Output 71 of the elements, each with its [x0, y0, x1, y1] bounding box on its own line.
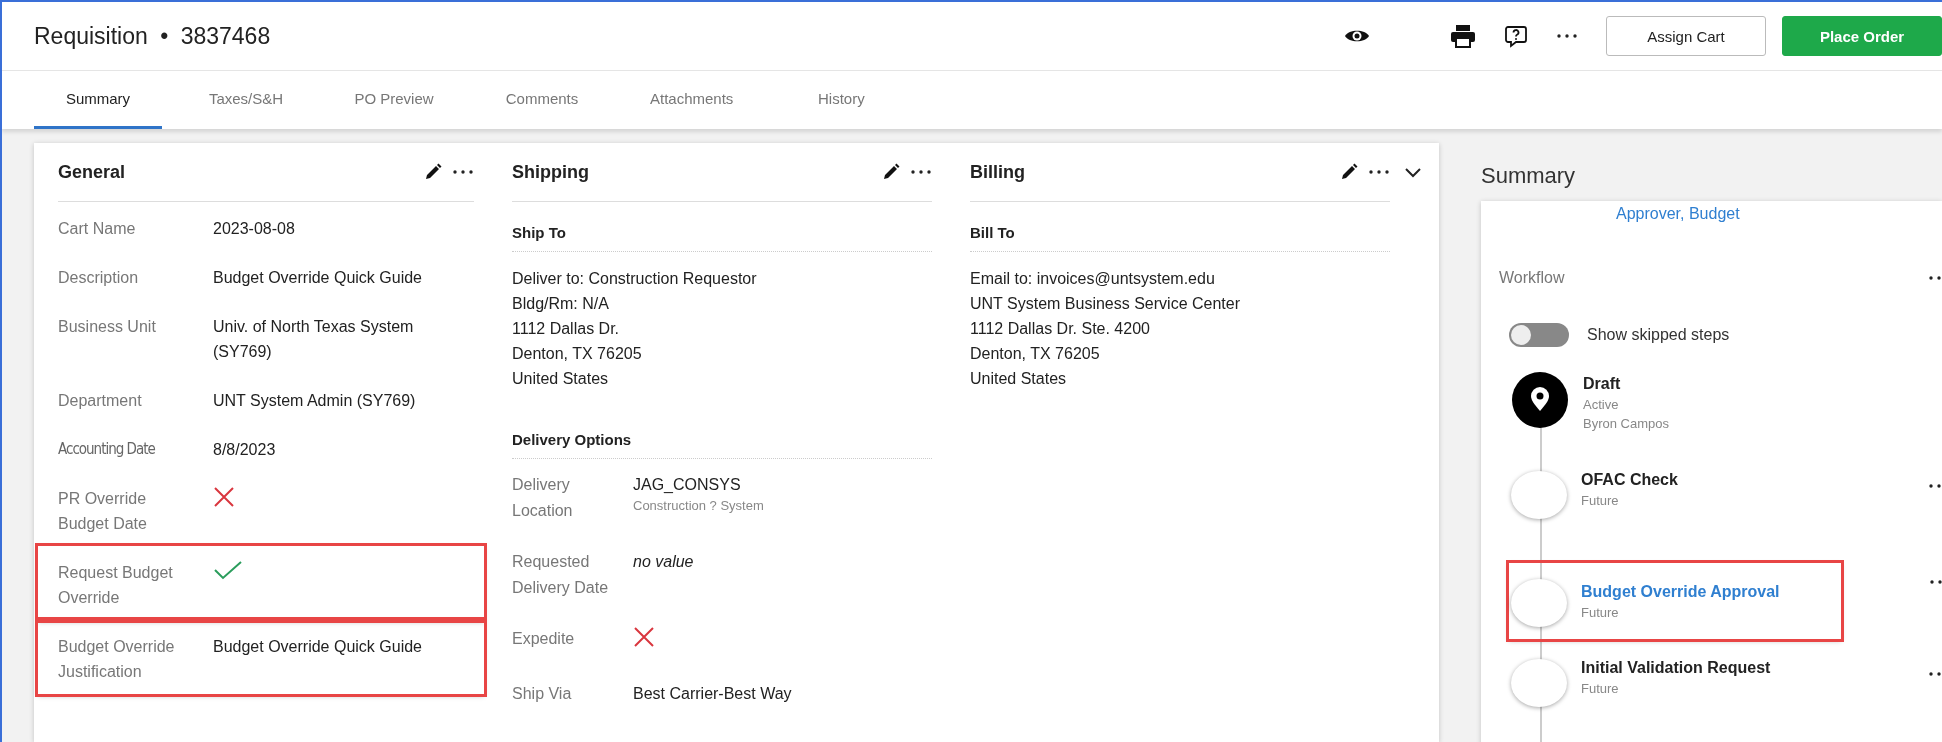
- subsection-title: Bill To: [970, 202, 1390, 252]
- address-line: Bldg/Rm: N/A: [512, 294, 610, 314]
- address-line: United States: [970, 369, 1068, 389]
- approver-link[interactable]: Approver, Budget: [1616, 205, 1740, 223]
- field-label: Expedite: [512, 629, 576, 649]
- assign-cart-button[interactable]: Assign Cart: [1606, 16, 1766, 56]
- step-title: Draft: [1583, 375, 1622, 393]
- subsection-title: Delivery Options: [512, 431, 932, 459]
- field-note: Construction ? System: [633, 498, 765, 514]
- field-value: UNT System Admin (SY769): [213, 392, 416, 409]
- step-assignee: Byron Campos: [1583, 416, 1669, 431]
- field-label: Business Unit: [58, 317, 157, 337]
- step-title: OFAC Check: [1581, 471, 1678, 489]
- field-value: 2023-08-08: [213, 220, 295, 237]
- help-icon[interactable]: [1504, 24, 1528, 48]
- chevron-icon[interactable]: [1404, 166, 1422, 178]
- field-label: PR Override Budget Date: [58, 489, 148, 534]
- section-title: Billing: [970, 161, 1026, 183]
- field-value: JAG_CONSYS: [633, 475, 742, 495]
- tab[interactable]: Summary: [34, 71, 162, 129]
- page-title: Requisition • 3837468: [34, 22, 271, 50]
- field-label: Ship Via: [512, 684, 573, 704]
- place-order-button[interactable]: Place Order: [1782, 16, 1942, 56]
- print-icon[interactable]: [1450, 24, 1476, 48]
- step-status: Future: [1581, 681, 1620, 696]
- section-title: General: [58, 161, 127, 183]
- field-value: Budget Override Quick Guide: [213, 269, 422, 286]
- tab[interactable]: Attachments: [626, 71, 758, 129]
- address-line: Denton, TX 76205: [970, 344, 1101, 364]
- more-icon[interactable]: [452, 169, 474, 175]
- toggle-switch[interactable]: [1509, 323, 1569, 347]
- subsection-title: Ship To: [512, 202, 932, 252]
- step-link[interactable]: Budget Override Approval: [1581, 582, 1780, 601]
- address-line: United States: [512, 369, 610, 389]
- toggle-label: Show skipped steps: [1587, 326, 1730, 344]
- tab[interactable]: Comments: [478, 71, 606, 129]
- field-value: Best Carrier-Best Way: [633, 684, 793, 704]
- step-status: Active: [1583, 397, 1620, 412]
- field-label: Cart Name: [58, 219, 137, 239]
- address-line: Email to: invoices@untsystem.edu: [970, 269, 1216, 289]
- more-icon[interactable]: [1368, 169, 1390, 175]
- field-label: Delivery Location: [512, 475, 574, 521]
- step-title: Initial Validation Request: [1581, 659, 1771, 677]
- field-label: Description: [58, 268, 140, 288]
- field-label: Accounting Date: [58, 439, 156, 460]
- more-icon[interactable]: [1556, 33, 1578, 39]
- step-status: Future: [1581, 493, 1620, 508]
- address-line: Deliver to: Construction Requestor: [512, 269, 758, 289]
- address-line: 1112 Dallas Dr. Ste. 4200: [970, 319, 1151, 339]
- more-icon[interactable]: [910, 169, 932, 175]
- field-value: 8/8/2023: [213, 441, 276, 458]
- field-label: Request Budget Override: [58, 563, 174, 608]
- field-label: Department: [58, 391, 143, 411]
- field-value: Budget Override Quick Guide: [213, 638, 422, 655]
- address-line: UNT System Business Service Center: [970, 294, 1241, 314]
- edit-icon[interactable]: [424, 163, 442, 181]
- edit-icon[interactable]: [1340, 163, 1358, 181]
- tab[interactable]: History: [777, 71, 906, 129]
- tab[interactable]: PO Preview: [330, 71, 458, 129]
- panel-title: Summary: [1481, 163, 1577, 189]
- workflow-label: Workflow: [1499, 269, 1565, 287]
- edit-icon[interactable]: [882, 163, 900, 181]
- address-line: 1112 Dallas Dr.: [512, 319, 620, 339]
- field-value: no value: [633, 553, 694, 570]
- step-status: Future: [1581, 604, 1620, 620]
- address-line: Denton, TX 76205: [512, 344, 643, 364]
- field-value: Univ. of North Texas System (SY769): [213, 318, 414, 360]
- field-label: Requested Delivery Date: [512, 552, 610, 598]
- section-title: Shipping: [512, 161, 590, 183]
- field-label: Budget Override Justification: [58, 637, 176, 682]
- tab[interactable]: Taxes/S&H: [182, 71, 310, 129]
